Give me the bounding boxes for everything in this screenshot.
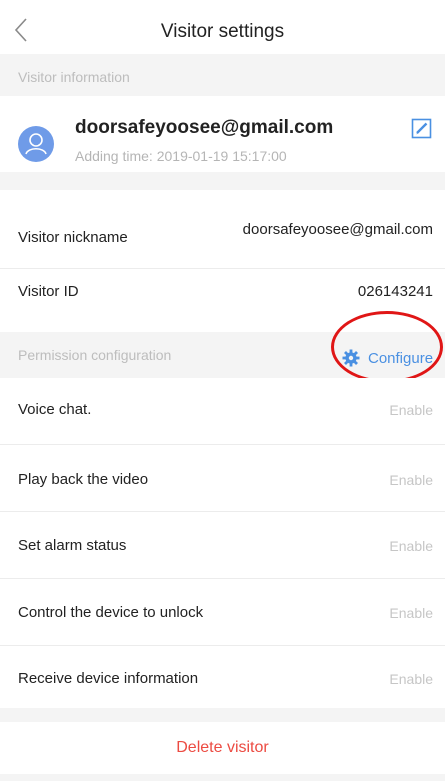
- permission-row-unlock[interactable]: Control the device to unlock Enable: [0, 579, 445, 645]
- visitor-id-label: Visitor ID: [18, 283, 79, 300]
- permission-value[interactable]: Enable: [389, 538, 433, 554]
- nickname-value: doorsafeyoosee@gmail.com: [242, 221, 433, 238]
- visitor-id-value: 026143241: [357, 283, 433, 300]
- permission-row-alarm[interactable]: Set alarm status Enable: [0, 512, 445, 578]
- permission-value[interactable]: Enable: [389, 671, 433, 687]
- permission-value[interactable]: Enable: [389, 402, 433, 418]
- permission-label: Receive device information: [18, 670, 199, 687]
- nickname-label: Visitor nickname: [18, 229, 128, 246]
- chevron-left-icon: [14, 18, 27, 42]
- permission-row-voice-chat[interactable]: Voice chat. Enable: [0, 378, 445, 444]
- added-time: Adding time: 2019-01-19 15:17:00: [75, 148, 287, 164]
- back-button[interactable]: [8, 14, 36, 46]
- permission-label: Set alarm status: [18, 537, 127, 554]
- permission-label: Control the device to unlock: [18, 604, 204, 621]
- permission-value[interactable]: Enable: [389, 472, 433, 488]
- edit-button[interactable]: [411, 118, 432, 139]
- visitor-email: doorsafeyoosee@gmail.com: [75, 117, 334, 138]
- avatar: [18, 126, 54, 162]
- permission-label: Voice chat.: [18, 401, 92, 418]
- permission-row-playback[interactable]: Play back the video Enable: [0, 445, 445, 511]
- section-header-visitor-information: Visitor information: [0, 54, 445, 100]
- delete-visitor-button[interactable]: Delete visitor: [0, 722, 445, 774]
- permission-label: Play back the video: [18, 471, 149, 488]
- page-title: Visitor settings: [160, 21, 285, 42]
- delete-visitor-label: Delete visitor: [176, 739, 269, 756]
- visitor-card: doorsafeyoosee@gmail.com Adding time: 20…: [0, 96, 445, 172]
- nickname-row[interactable]: Visitor nickname doorsafeyoosee@gmail.co…: [0, 190, 445, 268]
- permission-value[interactable]: Enable: [389, 605, 433, 621]
- edit-icon: [411, 118, 432, 139]
- permission-row-device-info[interactable]: Receive device information Enable: [0, 646, 445, 708]
- user-icon: [25, 133, 47, 155]
- annotation-circle: [331, 311, 443, 383]
